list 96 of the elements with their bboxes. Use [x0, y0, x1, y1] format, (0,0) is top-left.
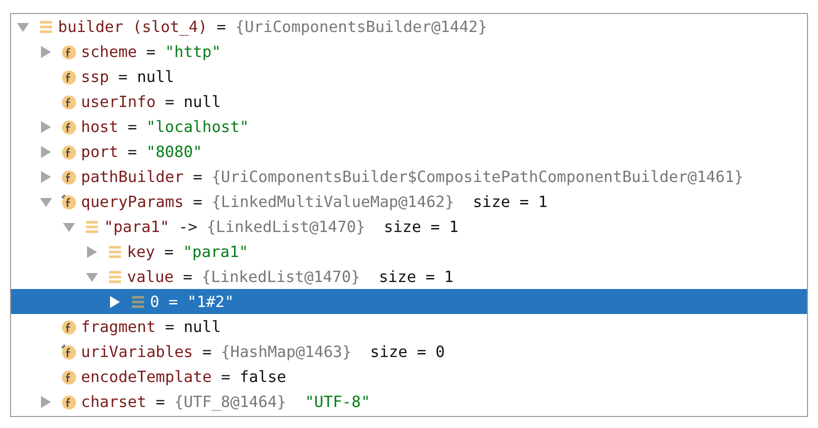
operator: = [216, 18, 226, 36]
list-entry-icon [107, 244, 123, 260]
variable-name: port [81, 142, 118, 160]
variable-value: size = 0 [370, 342, 445, 360]
variable-value: null [136, 68, 174, 86]
list-entry-icon [107, 268, 123, 284]
variable-value: {UriComponentsBuilder@1442} [235, 18, 488, 36]
variable-value: "http" [164, 42, 221, 60]
variable-value: {LinkedList@1470} [202, 268, 360, 286]
variable-name: fragment [81, 318, 156, 336]
variable-value: size = 1 [472, 192, 548, 210]
variable-name: key [127, 242, 155, 260]
tree-row[interactable]: "para1" -> {LinkedList@1470} size = 1 [11, 214, 807, 239]
operator: = [128, 142, 137, 160]
variable-value: {UriComponentsBuilder$CompositePathComponentBuilder@1461} [212, 168, 744, 186]
variable-value: {LinkedMultiValueMap@1462} [212, 192, 454, 210]
variable-value: "8080" [146, 142, 202, 160]
tree-row[interactable]: host = "localhost" [11, 114, 807, 139]
field-icon [61, 118, 77, 134]
variable-name: 0 [150, 292, 160, 310]
tree-row[interactable]: uriVariables = {HashMap@1463} size = 0 [11, 339, 807, 364]
variable-name: "para1" [104, 218, 170, 236]
field-icon [61, 318, 77, 334]
operator: = [168, 292, 178, 310]
variable-value: {HashMap@1463} [220, 342, 352, 360]
field-icon [61, 94, 77, 110]
variable-name: userInfo [81, 92, 156, 110]
field-icon [61, 344, 77, 360]
tree-row[interactable]: value = {LinkedList@1470} size = 1 [11, 264, 807, 289]
list-entry-icon [38, 18, 54, 34]
operator: = [118, 68, 128, 86]
tree-row[interactable]: builder (slot_4) = {UriComponentsBuilder@1442} [11, 14, 807, 39]
expand-arrow-icon[interactable] [40, 46, 52, 58]
variable-name: queryParams [81, 192, 184, 210]
variable-name: value [127, 268, 174, 286]
variable-value: {UTF_8@1464} [174, 392, 286, 410]
operator: = [164, 318, 174, 336]
expand-arrow-icon[interactable] [109, 296, 121, 308]
tree-row[interactable]: pathBuilder = {UriComponentsBuilder$CompositePathComponentBuilder@1461} [11, 164, 807, 189]
operator: = [192, 168, 202, 186]
variable-name: ssp [81, 68, 109, 86]
expand-arrow-icon[interactable] [40, 170, 52, 182]
tree-row[interactable]: fragment = null [11, 314, 807, 339]
variable-name: builder (slot_4) [58, 18, 208, 36]
expand-arrow-icon[interactable] [40, 396, 52, 408]
variable-value: "localhost" [146, 118, 249, 136]
collapse-arrow-icon[interactable] [86, 270, 98, 282]
expand-arrow-icon[interactable] [86, 246, 98, 258]
collapse-arrow-icon[interactable] [63, 220, 75, 232]
variable-value: null [184, 92, 221, 110]
list-entry-icon [130, 294, 146, 310]
collapse-arrow-icon[interactable] [17, 20, 29, 32]
tree-row[interactable]: port = "8080" [11, 139, 807, 164]
expand-arrow-icon[interactable] [40, 146, 52, 158]
operator: = [220, 368, 230, 386]
variable-value: "1#2" [187, 292, 234, 310]
expand-arrow-icon[interactable] [40, 120, 52, 132]
variable-name: encodeTemplate [81, 368, 212, 386]
variable-value: "para1" [182, 242, 248, 260]
field-icon [61, 368, 77, 384]
field-icon [61, 44, 77, 60]
variable-name: host [81, 118, 118, 136]
variable-value: "UTF-8" [304, 392, 370, 410]
variable-name: charset [81, 392, 146, 410]
field-icon [61, 194, 77, 210]
field-icon [61, 168, 77, 184]
variable-value: null [184, 318, 221, 336]
tree-row[interactable]: charset = {UTF_8@1464} "UTF-8" [11, 389, 807, 414]
operator: = [164, 242, 174, 260]
operator: = [128, 118, 137, 136]
operator: = [156, 392, 165, 410]
variable-value: size = 1 [384, 218, 458, 236]
variable-value: false [240, 368, 286, 386]
operator: = [182, 268, 192, 286]
field-icon [61, 394, 77, 410]
variable-name: uriVariables [81, 342, 193, 360]
tree-row[interactable]: queryParams = {LinkedMultiValueMap@1462} size = 1 [11, 189, 807, 214]
operator: = [164, 92, 174, 110]
variable-value: {LinkedList@1470} [206, 218, 366, 236]
field-icon [61, 144, 77, 160]
variable-value: size = 1 [378, 268, 454, 286]
tree-row[interactable]: 0 = "1#2" [11, 289, 807, 314]
tree-row[interactable]: scheme = "http" [11, 39, 807, 64]
list-entry-icon [84, 218, 100, 234]
collapse-arrow-icon[interactable] [40, 196, 52, 208]
tree-row[interactable]: key = "para1" [11, 239, 807, 264]
tree-row[interactable]: userInfo = null [11, 89, 807, 114]
tree-row[interactable]: ssp = null [11, 64, 807, 89]
variable-name: scheme [81, 42, 137, 60]
tree-row[interactable]: encodeTemplate = false [11, 364, 807, 389]
field-icon [61, 68, 77, 84]
operator: = [202, 342, 212, 360]
operator: -> [178, 218, 198, 236]
variable-name: pathBuilder [81, 168, 184, 186]
operator: = [146, 42, 156, 60]
operator: = [192, 192, 202, 210]
